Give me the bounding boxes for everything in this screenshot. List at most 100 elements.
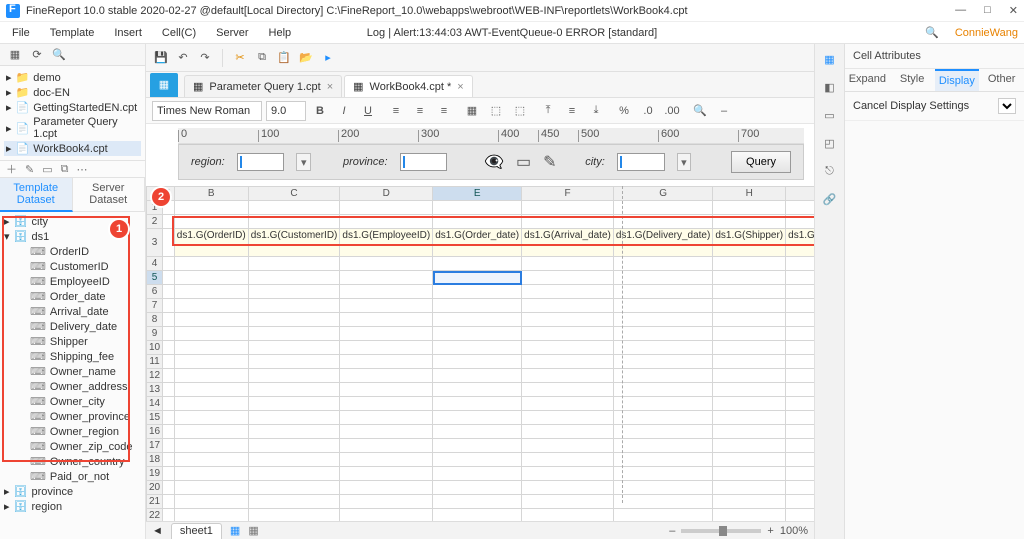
cell[interactable] [433,509,522,522]
cell[interactable] [248,509,340,522]
row-header[interactable]: 11 [147,355,163,369]
paste-icon[interactable]: 📋 [275,49,293,67]
cell[interactable] [163,271,175,285]
row-header[interactable]: 14 [147,397,163,411]
cell[interactable] [174,397,248,411]
cell[interactable] [522,271,614,285]
cell[interactable] [522,397,614,411]
cell[interactable] [433,369,522,383]
cell[interactable] [433,467,522,481]
dataset-field[interactable]: ⌨Shipping_fee [2,349,143,364]
cell[interactable] [713,355,786,369]
cell[interactable] [174,285,248,299]
cell[interactable] [163,355,175,369]
new-icon[interactable]: ▦ [6,46,24,64]
cell[interactable] [248,439,340,453]
row-header[interactable]: 20 [147,481,163,495]
dataset-root[interactable]: ▸🗄province [2,484,143,499]
menu-template[interactable]: Template [50,27,95,39]
valign-mid-icon[interactable]: ≡ [562,101,582,121]
cell[interactable] [433,481,522,495]
del-ds-icon[interactable]: ▭ [42,163,52,176]
param-region-picker-icon[interactable]: ▾ [296,153,311,171]
cell[interactable] [613,467,712,481]
cell[interactable] [786,215,814,229]
cell[interactable] [613,411,712,425]
cell[interactable] [174,271,248,285]
cell[interactable] [433,257,522,271]
cell[interactable] [340,397,433,411]
row-header[interactable]: 10 [147,341,163,355]
cell[interactable] [522,341,614,355]
user-name[interactable]: ConnieWang [955,27,1018,39]
cell[interactable] [786,299,814,313]
cell[interactable] [248,285,340,299]
cell[interactable] [174,453,248,467]
row-header[interactable]: 8 [147,313,163,327]
align-left-icon[interactable]: ≡ [386,101,406,121]
report-type-icon[interactable]: ▦ [150,73,178,97]
dataset-field[interactable]: ⌨EmployeeID [2,274,143,289]
param-city-picker-icon[interactable]: ▾ [677,153,692,171]
cell[interactable] [163,509,175,522]
cell[interactable] [713,215,786,229]
cell[interactable] [433,425,522,439]
menu-help[interactable]: Help [269,27,292,39]
cell[interactable] [713,341,786,355]
unmerge-icon[interactable]: ⬚ [510,101,530,121]
cell[interactable] [174,355,248,369]
cell[interactable] [163,439,175,453]
param-city-input[interactable] [617,153,665,171]
cell[interactable] [613,201,712,215]
row-header[interactable]: 18 [147,453,163,467]
cell[interactable] [248,257,340,271]
cell[interactable] [174,509,248,522]
cell[interactable]: ds1.G(Shipping_fee) [786,229,814,257]
cell[interactable] [786,355,814,369]
dataset-field[interactable]: ⌨Owner_region [2,424,143,439]
dataset-field[interactable]: ⌨Owner_city [2,394,143,409]
row-header[interactable]: 22 [147,509,163,522]
tab-server-dataset[interactable]: Server Dataset [73,178,146,212]
cell[interactable] [248,425,340,439]
edit-ds-icon[interactable]: ✎ [25,163,34,176]
cell[interactable] [713,271,786,285]
cell[interactable] [174,201,248,215]
cell[interactable] [713,201,786,215]
sheet-nav-prev-icon[interactable]: ◄ [152,525,163,537]
cell[interactable] [163,327,175,341]
merge-icon[interactable]: ⬚ [486,101,506,121]
cell[interactable] [340,285,433,299]
font-combo[interactable]: Times New Roman [152,101,262,121]
cell[interactable] [713,439,786,453]
undo-icon[interactable]: ↶ [174,49,192,67]
cond-attr-icon[interactable]: ◧ [821,78,839,96]
cell[interactable] [174,411,248,425]
cell[interactable] [248,495,340,509]
cell[interactable] [433,383,522,397]
display-setting-select[interactable] [998,98,1016,114]
cell[interactable] [713,481,786,495]
cell[interactable] [163,397,175,411]
menu-insert[interactable]: Insert [114,27,142,39]
cell[interactable] [613,327,712,341]
cell[interactable] [174,299,248,313]
dataset-field[interactable]: ⌨Owner_zip_code [2,439,143,454]
cell[interactable] [786,453,814,467]
cell[interactable] [248,313,340,327]
cell[interactable] [433,313,522,327]
doc-tab-param-query[interactable]: ▦ Parameter Query 1.cpt × [184,75,342,97]
cell[interactable] [174,313,248,327]
cell[interactable] [522,383,614,397]
cell[interactable] [340,299,433,313]
border-icon[interactable]: ▦ [462,101,482,121]
cell[interactable] [613,425,712,439]
cell[interactable] [433,397,522,411]
cell[interactable] [340,467,433,481]
file-node[interactable]: ▸📄Parameter Query 1.cpt [4,115,141,141]
cell[interactable] [248,369,340,383]
cell[interactable] [522,453,614,467]
minimize-button[interactable]: — [955,4,966,17]
cell[interactable] [522,411,614,425]
spreadsheet-grid[interactable]: 2 ABCDEFGHIJKLM123ds1.G(OrderID)ds1.G(Cu… [146,186,814,521]
